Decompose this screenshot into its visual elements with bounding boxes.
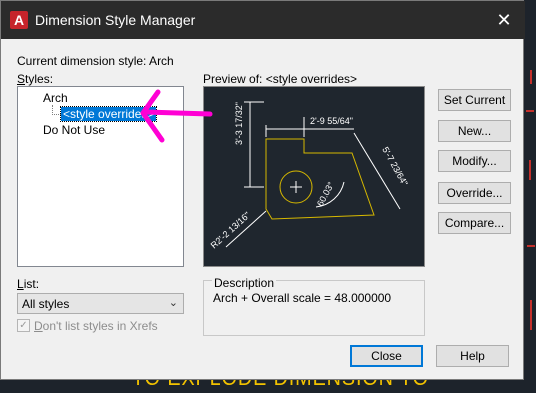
tree-connector	[52, 105, 61, 115]
list-label: List:	[17, 277, 40, 291]
styles-label: Styles:	[17, 72, 54, 86]
new-button[interactable]: New...	[438, 120, 511, 142]
window-title: Dimension Style Manager	[35, 12, 196, 28]
override-button[interactable]: Override...	[438, 182, 511, 204]
background-red-line	[527, 245, 535, 247]
compare-button[interactable]: Compare...	[438, 212, 511, 234]
preview-panel: 3'-3 17/32" 2'-9 55/64" 5'-7 23/64" 60.0…	[203, 86, 425, 267]
autocad-logo-icon: A	[10, 11, 28, 29]
chevron-down-icon: ⌄	[168, 297, 178, 309]
style-item-overrides[interactable]: <style overrides>	[59, 106, 158, 122]
preview-label: Preview of: <style overrides>	[203, 72, 358, 86]
background-red-line	[530, 300, 532, 330]
close-window-icon[interactable]: ✕	[489, 7, 519, 33]
styles-list[interactable]: Arch <style overrides> Do Not Use	[17, 86, 184, 267]
dim-text-horizontal: 2'-9 55/64"	[310, 116, 353, 126]
dimension-style-manager-dialog: A Dimension Style Manager ✕ Current dime…	[0, 0, 525, 380]
xrefs-checkbox-label: Don't list styles in Xrefs	[34, 319, 158, 333]
list-filter-value: All styles	[22, 297, 70, 311]
description-text: Arch + Overall scale = 48.000000	[213, 291, 392, 305]
help-button[interactable]: Help	[436, 345, 509, 367]
background-red-line	[526, 110, 534, 112]
dimension-preview-drawing: 3'-3 17/32" 2'-9 55/64" 5'-7 23/64" 60.0…	[209, 101, 410, 251]
list-filter-select[interactable]: All styles ⌄	[17, 293, 184, 314]
set-current-button[interactable]: Set Current	[438, 89, 511, 111]
dim-text-radius: R2'-2 13/16"	[209, 210, 252, 251]
current-style-label: Current dimension style: Arch	[17, 54, 174, 68]
description-title: Description	[212, 276, 277, 290]
dim-text-vertical: 3'-3 17/32"	[234, 102, 244, 145]
style-item-do-not-use[interactable]: Do Not Use	[43, 123, 105, 137]
dim-text-aligned: 5'-7 23/64"	[380, 145, 410, 187]
xrefs-checkbox[interactable]: ✓	[17, 319, 30, 332]
background-red-line	[530, 70, 532, 84]
close-button[interactable]: Close	[350, 345, 423, 367]
style-item-arch[interactable]: Arch	[43, 91, 68, 105]
background-red-line	[529, 160, 531, 180]
title-bar[interactable]: A Dimension Style Manager ✕	[1, 1, 525, 39]
dim-text-angle: 60.03°	[315, 180, 336, 208]
modify-button[interactable]: Modify...	[438, 150, 511, 172]
